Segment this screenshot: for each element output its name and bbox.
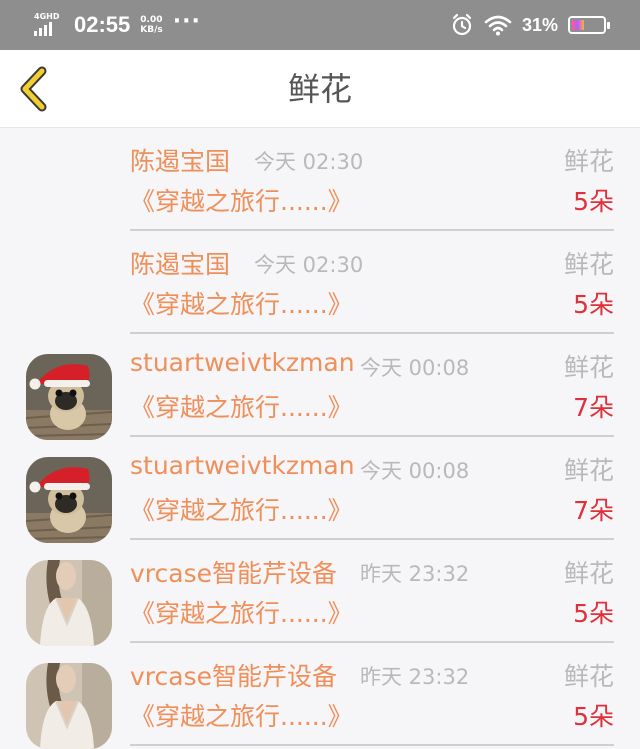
more-notifications-icon: ···	[172, 8, 201, 34]
user-name[interactable]: stuartweivtkzman	[130, 451, 355, 480]
gift-count: 5朵	[573, 187, 614, 216]
user-name[interactable]: vrcase智能芹设备	[130, 554, 337, 590]
book-title[interactable]: 《穿越之旅行......》	[130, 182, 353, 218]
avatar[interactable]	[26, 663, 112, 749]
timestamp: 昨天 23:32	[360, 562, 470, 586]
flower-record-list: 陈遏宝国 今天 02:30 鲜花 《穿越之旅行......》 5朵 陈遏宝国 今…	[0, 128, 640, 749]
timestamp: 今天 00:08	[360, 459, 470, 483]
gift-type: 鲜花	[563, 456, 614, 485]
woman-avatar-image	[26, 560, 112, 646]
user-name[interactable]: 陈遏宝国	[130, 245, 230, 281]
pug-avatar-image	[26, 457, 112, 543]
list-item[interactable]: stuartweivtkzman 今天 00:08 鲜花 《穿越之旅行.....…	[0, 334, 640, 440]
gift-type: 鲜花	[563, 559, 614, 588]
gift-count: 7朵	[573, 393, 614, 422]
gift-count: 5朵	[573, 702, 614, 731]
book-title[interactable]: 《穿越之旅行......》	[130, 285, 353, 321]
book-title[interactable]: 《穿越之旅行......》	[130, 388, 353, 424]
list-item-content: stuartweivtkzman 今天 00:08 鲜花 《穿越之旅行.....…	[130, 437, 614, 540]
status-bar: 4GHD 02:55 0.00 KB/s ··· 31%	[0, 0, 640, 50]
user-name[interactable]: vrcase智能芹设备	[130, 657, 337, 693]
gift-type: 鲜花	[563, 662, 614, 691]
signal-icon: 4GHD	[34, 12, 64, 38]
nav-bar: 鲜花	[0, 50, 640, 128]
user-name[interactable]: 陈遏宝国	[130, 142, 230, 178]
list-item-content: 陈遏宝国 今天 02:30 鲜花 《穿越之旅行......》 5朵	[130, 231, 614, 334]
list-item[interactable]: stuartweivtkzman 今天 00:08 鲜花 《穿越之旅行.....…	[0, 437, 640, 543]
gift-type: 鲜花	[563, 147, 614, 176]
list-item-content: stuartweivtkzman 今天 00:08 鲜花 《穿越之旅行.....…	[130, 334, 614, 437]
status-right: 31%	[450, 10, 610, 40]
wifi-icon	[484, 15, 512, 36]
battery-icon	[568, 16, 610, 34]
list-item[interactable]: vrcase智能芹设备 昨天 23:32 鲜花 《穿越之旅行......》 5朵	[0, 643, 640, 749]
alarm-icon	[452, 13, 472, 36]
list-item[interactable]: 陈遏宝国 今天 02:30 鲜花 《穿越之旅行......》 5朵	[0, 231, 640, 334]
page-title: 鲜花	[287, 70, 352, 108]
user-name[interactable]: stuartweivtkzman	[130, 348, 355, 377]
woman-avatar-image	[26, 663, 112, 749]
clock: 02:55	[74, 12, 131, 37]
avatar[interactable]	[26, 457, 112, 543]
battery-percent: 31%	[521, 14, 558, 35]
status-left: 4GHD 02:55 0.00 KB/s ···	[34, 8, 201, 40]
book-title[interactable]: 《穿越之旅行......》	[130, 697, 353, 733]
speed-unit: KB/s	[140, 25, 163, 35]
gift-count: 5朵	[573, 290, 614, 319]
list-item-content: vrcase智能芹设备 昨天 23:32 鲜花 《穿越之旅行......》 5朵	[130, 643, 614, 746]
timestamp: 今天 02:30	[254, 253, 364, 277]
timestamp: 昨天 23:32	[360, 665, 470, 689]
avatar[interactable]	[26, 354, 112, 440]
gift-type: 鲜花	[563, 353, 614, 382]
timestamp: 今天 00:08	[360, 356, 470, 380]
list-item-content: vrcase智能芹设备 昨天 23:32 鲜花 《穿越之旅行......》 5朵	[130, 540, 614, 643]
book-title[interactable]: 《穿越之旅行......》	[130, 491, 353, 527]
avatar[interactable]	[26, 560, 112, 646]
pug-avatar-image	[26, 354, 112, 440]
gift-count: 5朵	[573, 599, 614, 628]
speed-value: 0.00	[140, 15, 163, 25]
list-item[interactable]: 陈遏宝国 今天 02:30 鲜花 《穿越之旅行......》 5朵	[0, 128, 640, 231]
list-item-content: 陈遏宝国 今天 02:30 鲜花 《穿越之旅行......》 5朵	[130, 128, 614, 231]
gift-type: 鲜花	[563, 250, 614, 279]
list-item[interactable]: vrcase智能芹设备 昨天 23:32 鲜花 《穿越之旅行......》 5朵	[0, 540, 640, 646]
book-title[interactable]: 《穿越之旅行......》	[130, 594, 353, 630]
network-speed: 0.00 KB/s	[140, 15, 162, 35]
gift-count: 7朵	[573, 496, 614, 525]
timestamp: 今天 02:30	[254, 150, 364, 174]
network-type: 4GHD	[34, 12, 60, 21]
